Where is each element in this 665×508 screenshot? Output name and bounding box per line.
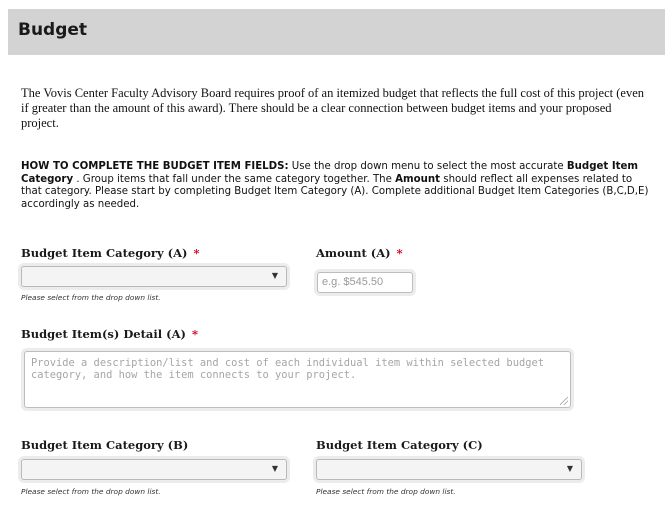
category-a-label-text: Budget Item Category (A)	[21, 246, 188, 260]
category-c-label-text: Budget Item Category (C)	[316, 438, 483, 452]
category-a-hint: Please select from the drop down list.	[21, 293, 161, 302]
amount-a-label: Amount (A) *	[316, 246, 403, 260]
detail-a-textarea[interactable]: Provide a description/list and cost of e…	[24, 351, 571, 408]
category-c-select[interactable]: ▼	[316, 459, 582, 480]
chevron-down-icon: ▼	[271, 271, 278, 280]
required-marker: *	[396, 246, 403, 260]
category-a-select[interactable]: ▼	[21, 266, 287, 287]
resize-handle-icon[interactable]	[560, 397, 568, 405]
category-a-label: Budget Item Category (A) *	[21, 246, 200, 260]
amount-a-placeholder: e.g. $545.50	[322, 276, 384, 288]
chevron-down-icon: ▼	[271, 464, 278, 473]
category-b-label: Budget Item Category (B)	[21, 438, 188, 452]
instructions-bold-amount: Amount	[395, 173, 441, 185]
amount-a-label-text: Amount (A)	[316, 246, 391, 260]
instructions-text-2: . Group items that fall under the same c…	[73, 173, 396, 185]
page-title: Budget	[18, 20, 88, 40]
required-marker: *	[191, 327, 198, 341]
intro-text: The Vovis Center Faculty Advisory Board …	[21, 86, 644, 130]
instructions-heading: HOW TO COMPLETE THE BUDGET ITEM FIELDS:	[21, 161, 289, 172]
instructions-text-1: Use the drop down menu to select the mos…	[288, 161, 567, 172]
category-b-hint: Please select from the drop down list.	[21, 487, 161, 496]
category-b-label-text: Budget Item Category (B)	[21, 438, 189, 452]
detail-a-label: Budget Item(s) Detail (A) *	[21, 327, 198, 341]
category-c-hint: Please select from the drop down list.	[316, 487, 456, 496]
instructions: HOW TO COMPLETE THE BUDGET ITEM FIELDS: …	[21, 161, 651, 211]
detail-a-label-text: Budget Item(s) Detail (A)	[21, 327, 186, 341]
category-b-select[interactable]: ▼	[21, 459, 287, 480]
amount-a-input[interactable]: e.g. $545.50	[317, 272, 413, 293]
chevron-down-icon: ▼	[566, 464, 573, 473]
detail-a-placeholder: Provide a description/list and cost of e…	[31, 357, 544, 381]
required-marker: *	[193, 246, 200, 260]
category-c-label: Budget Item Category (C)	[316, 438, 483, 452]
section-header: Budget	[8, 9, 665, 55]
